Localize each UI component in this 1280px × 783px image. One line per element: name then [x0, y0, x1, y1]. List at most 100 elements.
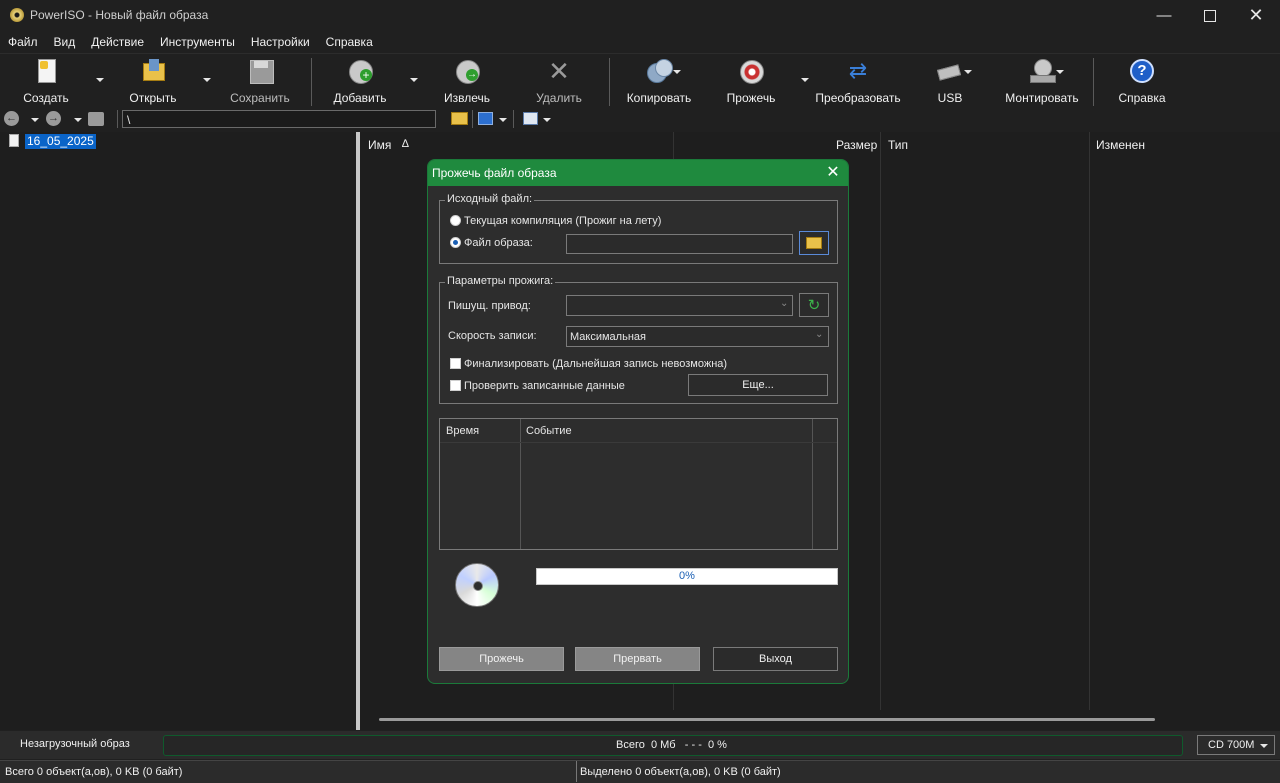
extract-button[interactable]: → Извлечь [438, 54, 496, 108]
open-button[interactable]: Открыть [124, 54, 182, 108]
dialog-title-bar: Прожечь файл образа ✕ [428, 160, 848, 186]
horizontal-scrollbar[interactable] [379, 718, 1155, 721]
create-button[interactable]: Создать [18, 54, 74, 108]
view-mode-grid-icon[interactable] [478, 112, 493, 125]
radio-current-compilation[interactable] [450, 215, 461, 226]
forward-arrow-icon[interactable]: → [46, 111, 61, 126]
column-header-name[interactable]: Имя [368, 138, 391, 152]
log-column-separator [520, 419, 521, 549]
log-header-event[interactable]: Событие [526, 425, 572, 437]
burn-dialog: Прожечь файл образа ✕ Исходный файл: Тек… [427, 159, 849, 684]
burn-params-legend: Параметры прожига: [445, 275, 556, 287]
chevron-down-icon: ⌄ [815, 329, 824, 340]
mount-drive-icon [1028, 57, 1056, 85]
toolbar: Создать Открыть Сохранить + Добавить → И… [0, 53, 1280, 109]
close-window-button[interactable]: ✕ [1233, 0, 1279, 31]
address-separator [472, 110, 473, 128]
speed-label: Скорость записи: [448, 330, 537, 342]
burn-progress-text: 0% [679, 570, 695, 582]
help-button[interactable]: ? Справка [1114, 54, 1170, 108]
menu-file[interactable]: Файл [0, 31, 46, 53]
add-dropdown-caret[interactable] [410, 78, 418, 82]
convert-arrows-icon: ⇄ [848, 58, 868, 83]
exit-button[interactable]: Выход [713, 647, 838, 671]
toolbar-separator [311, 58, 312, 106]
mount-button[interactable]: Монтировать [1000, 54, 1084, 108]
menu-action[interactable]: Действие [83, 31, 152, 53]
abort-button[interactable]: Прервать [575, 647, 700, 671]
copy-dropdown-caret[interactable] [673, 70, 681, 74]
window-title: PowerISO - Новый файл образа [30, 8, 209, 22]
refresh-icon: ↻ [807, 297, 821, 314]
up-folder-icon[interactable] [88, 112, 104, 126]
speed-select-value: Максимальная [570, 331, 646, 343]
column-header-modified[interactable]: Изменен [1096, 138, 1145, 152]
dialog-close-button[interactable]: ✕ [820, 162, 846, 184]
extract-disc-icon: → [453, 57, 481, 85]
chevron-down-icon: ⌄ [780, 298, 789, 309]
save-disk-icon [246, 57, 274, 85]
tree-root-item[interactable]: 16_05_2025 [25, 134, 96, 149]
open-dropdown-caret[interactable] [203, 78, 211, 82]
more-options-button[interactable]: Еще... [688, 374, 828, 396]
radio-image-file[interactable] [450, 237, 461, 248]
source-file-legend: Исходный файл: [445, 193, 535, 205]
log-column-separator [812, 419, 813, 549]
path-input[interactable]: \ [122, 110, 436, 128]
column-separator[interactable] [1089, 132, 1090, 710]
add-disc-icon: + [346, 57, 374, 85]
view-mode-caret[interactable] [499, 118, 507, 122]
menu-view[interactable]: Вид [46, 31, 84, 53]
media-size-value: CD 700M [1208, 739, 1255, 751]
burn-progress-bar: 0% [536, 568, 838, 585]
capacity-text: Всего 0 Мб - - - 0 % [616, 739, 727, 751]
minimize-button[interactable]: — [1141, 0, 1187, 31]
burn-button[interactable]: Прожечь [720, 54, 782, 108]
browse-folder-icon[interactable] [451, 112, 468, 125]
finalize-checkbox[interactable] [450, 358, 461, 369]
status-divider [576, 761, 577, 782]
chevron-down-icon [1260, 744, 1268, 748]
column-separator[interactable] [880, 132, 881, 710]
back-dropdown-caret[interactable] [31, 118, 39, 122]
log-header-time[interactable]: Время [446, 425, 479, 437]
copy-button[interactable]: Копировать [622, 54, 696, 108]
new-file-icon [32, 57, 60, 85]
verify-checkbox[interactable] [450, 380, 461, 391]
menu-bar: Файл Вид Действие Инструменты Настройки … [0, 31, 1280, 53]
image-path-input[interactable] [566, 234, 793, 254]
column-header-type[interactable]: Тип [888, 138, 908, 152]
burn-start-button[interactable]: Прожечь [439, 647, 564, 671]
refresh-drives-button[interactable]: ↻ [799, 293, 829, 317]
usb-button[interactable]: USB [926, 54, 974, 108]
menu-tools[interactable]: Инструменты [152, 31, 243, 53]
verify-label: Проверить записанные данные [464, 380, 625, 392]
save-button[interactable]: Сохранить [228, 54, 292, 108]
log-header-divider [440, 442, 837, 443]
speed-select[interactable]: Максимальная ⌄ [566, 326, 829, 347]
back-arrow-icon[interactable]: ← [4, 111, 19, 126]
menu-settings[interactable]: Настройки [243, 31, 318, 53]
convert-button[interactable]: ⇄ Преобразовать [812, 54, 904, 108]
menu-help[interactable]: Справка [318, 31, 381, 53]
delete-button[interactable]: ✕ Удалить [530, 54, 588, 108]
folder-tree-panel [0, 132, 356, 730]
drive-select[interactable]: ⌄ [566, 295, 793, 316]
layout-panel-icon[interactable] [523, 112, 538, 125]
toolbar-separator [1093, 58, 1094, 106]
burn-dropdown-caret[interactable] [801, 78, 809, 82]
dialog-title: Прожечь файл образа [432, 166, 557, 180]
objects-selected-label: Выделено 0 объект(а,ов), 0 KB (0 байт) [580, 766, 781, 778]
media-size-select[interactable]: CD 700M [1197, 735, 1275, 755]
source-file-group [439, 200, 838, 264]
add-button[interactable]: + Добавить [330, 54, 390, 108]
create-dropdown-caret[interactable] [96, 78, 104, 82]
boot-status-label: Незагрузочный образ [20, 738, 130, 750]
usb-dropdown-caret[interactable] [964, 70, 972, 74]
mount-dropdown-caret[interactable] [1056, 70, 1064, 74]
browse-image-button[interactable] [799, 231, 829, 255]
maximize-button[interactable] [1187, 0, 1233, 31]
forward-dropdown-caret[interactable] [74, 118, 82, 122]
column-header-size[interactable]: Размер [836, 138, 877, 152]
layout-caret[interactable] [543, 118, 551, 122]
